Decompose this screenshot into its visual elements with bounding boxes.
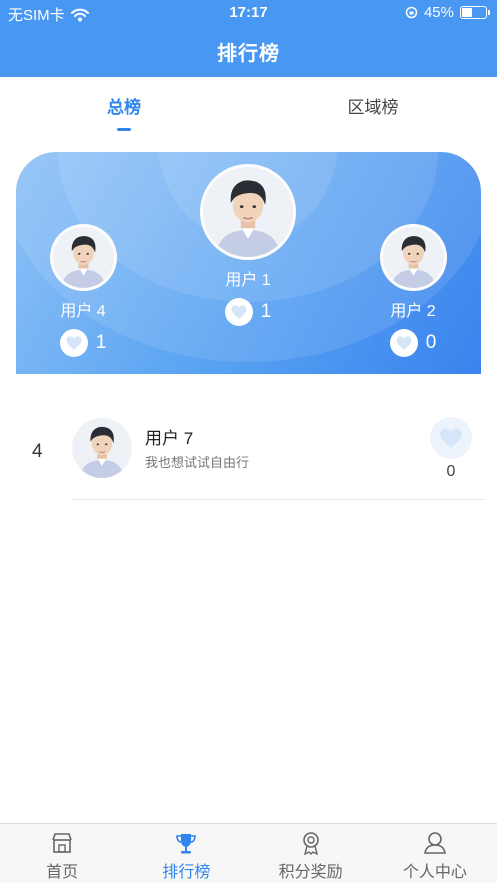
rank-number: 4 [32,441,43,462]
bottom-tab-bar: 首页 排行榜 积分奖励 个人中心 [0,823,497,883]
avatar-image [53,227,114,288]
podium-first-likes: 1 [260,301,272,322]
divider [72,499,485,500]
heart-icon [438,425,464,451]
like-button[interactable] [59,329,88,357]
avatar-image [383,227,444,288]
tabbar-label: 首页 [46,864,79,881]
user-motto: 我也想试试自由行 [145,455,250,470]
podium: 用户 4 1 用户 1 1 用户 2 0 [16,152,481,374]
medal-icon [302,832,319,856]
podium-third-name: 用户 4 [60,303,106,320]
heart-icon [65,334,83,352]
tabbar-item-home[interactable]: 首页 [0,824,124,883]
podium-second-name: 用户 2 [390,303,436,320]
tab-active-indicator [117,128,131,131]
tabbar-item-profile[interactable]: 个人中心 [373,824,497,883]
podium-second-likes: 0 [425,332,437,353]
podium-third-likes: 1 [95,332,107,353]
heart-icon [395,334,413,352]
like-count: 0 [446,463,456,480]
trophy-icon [176,834,197,854]
podium-first-name: 用户 1 [225,272,271,289]
ranking-tabs: 总榜 区域榜 [0,77,497,137]
tabbar-item-rewards[interactable]: 积分奖励 [249,824,373,883]
podium-third[interactable]: 用户 4 1 [48,224,118,357]
avatar [49,224,117,291]
avatar [72,418,132,478]
like-button[interactable] [389,329,418,357]
podium-second[interactable]: 用户 2 0 [378,224,448,357]
tab-regional-label: 区域榜 [347,98,399,117]
podium-first[interactable]: 用户 1 1 [198,164,298,326]
header: 无SIM卡 17:17 45% 排行榜 [0,0,497,77]
tabbar-label: 排行榜 [162,864,211,881]
battery-percent: 45% [423,4,454,21]
battery-icon [460,6,490,19]
tabbar-item-ranking[interactable]: 排行榜 [124,824,248,883]
avatar [200,164,296,260]
avatar-image [203,167,293,257]
avatar-image [72,418,132,478]
like-button[interactable] [430,417,472,459]
tabbar-label: 个人中心 [402,864,467,881]
status-bar: 无SIM卡 17:17 45% [0,0,497,26]
page-title: 排行榜 [217,43,280,65]
list-item[interactable]: 4 用户 7 我也想试试自由行 0 [0,403,497,500]
store-icon [52,833,72,853]
user-icon [423,832,446,854]
tab-overall-label: 总榜 [107,98,141,117]
tab-overall[interactable]: 总榜 [0,93,248,131]
avatar [379,224,447,291]
battery-fill [462,8,472,17]
tabbar-label: 积分奖励 [278,864,343,881]
user-name: 用户 7 [145,429,194,448]
heart-icon [230,303,248,321]
tab-regional[interactable]: 区域榜 [249,93,497,118]
like-button[interactable] [224,298,253,326]
rotation-lock-icon [405,6,418,19]
